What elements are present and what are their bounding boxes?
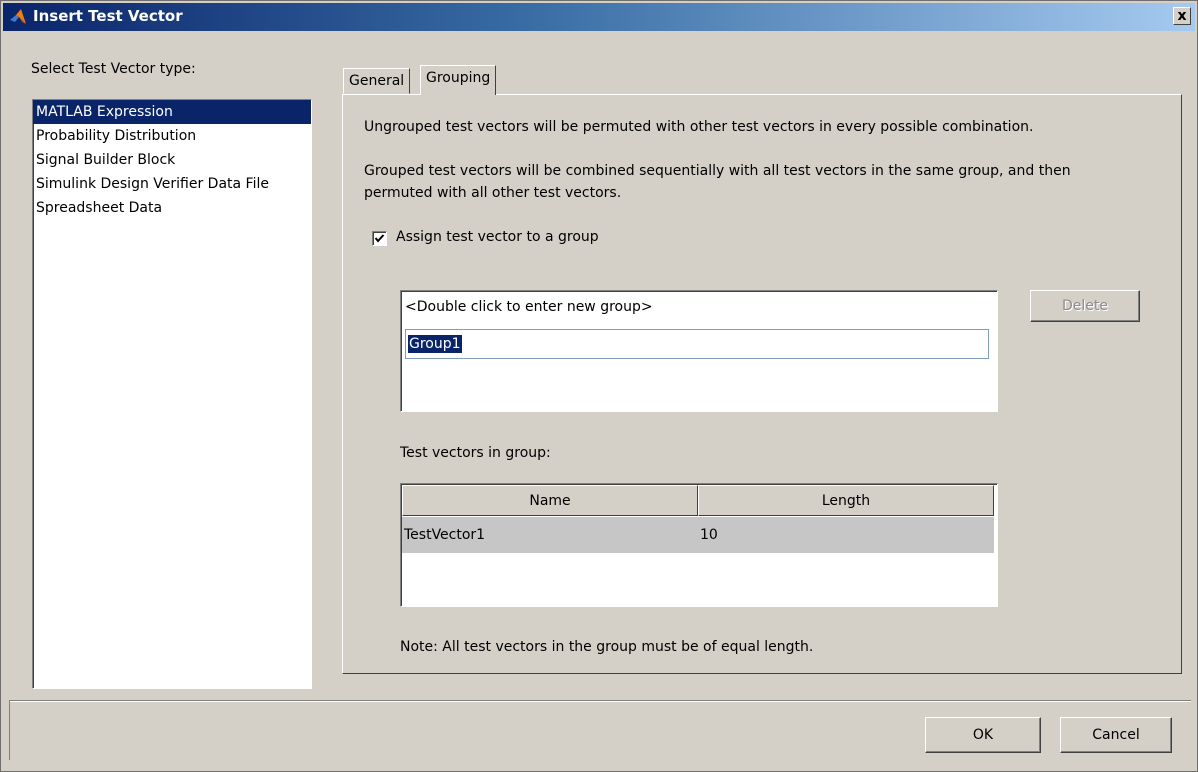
grouped-description-line1: Grouped test vectors will be combined se… xyxy=(364,163,1071,179)
assign-group-label[interactable]: Assign test vector to a group xyxy=(396,229,599,245)
list-item-matlab-expression[interactable]: MATLAB Expression xyxy=(33,100,311,124)
window-title: Insert Test Vector xyxy=(33,7,183,25)
ungrouped-description: Ungrouped test vectors will be permuted … xyxy=(364,119,1034,135)
new-group-hint[interactable]: <Double click to enter new group> xyxy=(405,299,653,315)
list-item-probability-distribution[interactable]: Probability Distribution xyxy=(33,124,311,148)
checkmark-icon xyxy=(374,234,385,243)
matlab-logo-icon xyxy=(10,9,26,24)
select-type-label: Select Test Vector type: xyxy=(31,61,196,77)
list-item-spreadsheet-data[interactable]: Spreadsheet Data xyxy=(33,196,311,220)
footer-separator-highlight xyxy=(9,701,1191,702)
group-name-value: Group1 xyxy=(408,335,462,353)
group-list[interactable]: <Double click to enter new group> Group1 xyxy=(400,290,998,412)
list-item-signal-builder-block[interactable]: Signal Builder Block xyxy=(33,148,311,172)
insert-test-vector-dialog: Insert Test Vector x Select Test Vector … xyxy=(0,0,1198,772)
tab-grouping[interactable]: Grouping xyxy=(420,65,497,95)
tab-general[interactable]: General xyxy=(343,68,411,94)
cell-name: TestVector1 xyxy=(404,527,486,543)
delete-button[interactable]: Delete xyxy=(1030,290,1140,322)
cell-length: 10 xyxy=(700,527,718,543)
cancel-button[interactable]: Cancel xyxy=(1060,717,1172,753)
assign-group-checkbox[interactable] xyxy=(372,231,387,246)
ok-button[interactable]: OK xyxy=(925,717,1041,753)
table-row[interactable]: TestVector1 10 xyxy=(402,517,994,553)
grouped-description-line2: permuted with all other test vectors. xyxy=(364,185,622,201)
column-header-name[interactable]: Name xyxy=(402,485,698,516)
footer-left-edge xyxy=(9,700,10,760)
test-vectors-table[interactable]: Name Length TestVector1 10 xyxy=(400,483,998,607)
group-name-editor[interactable]: Group1 xyxy=(405,329,989,359)
test-vector-type-list[interactable]: MATLAB Expression Probability Distributi… xyxy=(32,99,312,689)
equal-length-note: Note: All test vectors in the group must… xyxy=(400,639,814,655)
column-header-length[interactable]: Length xyxy=(698,485,994,516)
list-item-sldv-data-file[interactable]: Simulink Design Verifier Data File xyxy=(33,172,311,196)
vectors-in-group-label: Test vectors in group: xyxy=(400,445,551,461)
close-button[interactable]: x xyxy=(1173,7,1191,25)
title-bar[interactable]: Insert Test Vector x xyxy=(3,3,1195,31)
